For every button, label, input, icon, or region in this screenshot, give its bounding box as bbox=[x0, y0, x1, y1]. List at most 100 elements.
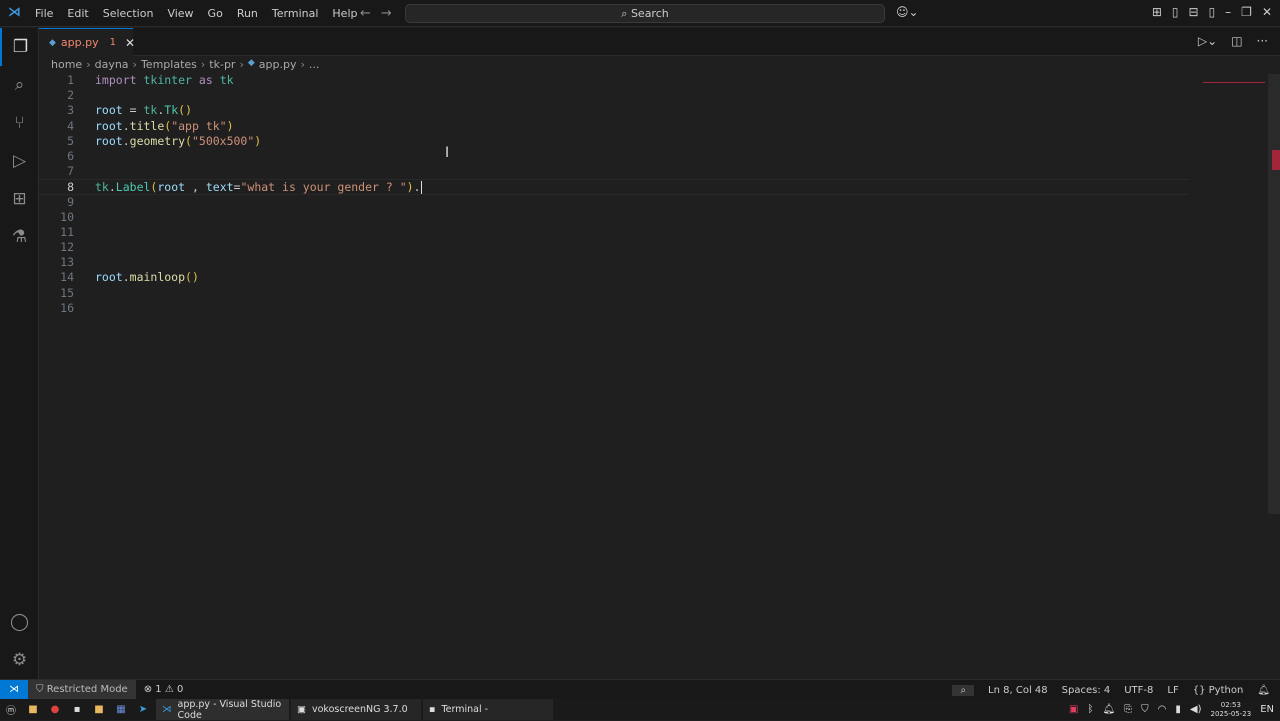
code-line[interactable]: 14 root.mainloop() bbox=[39, 270, 1280, 285]
minimize-icon[interactable]: – bbox=[1225, 5, 1231, 19]
code-editor[interactable]: 1 import tkinter as tk 2 3 root = tk.Tk() 4 ro… bbox=[39, 73, 1280, 316]
start-menu-icon[interactable]: ⓜ bbox=[3, 703, 19, 717]
line-ending[interactable]: LF bbox=[1167, 685, 1178, 696]
code-token: Label bbox=[115, 180, 151, 195]
task-label: vokoscreenNG 3.7.0 bbox=[311, 704, 408, 715]
menu-go[interactable]: Go bbox=[208, 7, 223, 20]
notifications-icon[interactable]: 🔔︎ bbox=[1102, 704, 1115, 715]
source-control-icon[interactable]: ⑂ bbox=[0, 104, 39, 142]
monitor-app-icon[interactable]: ▦ bbox=[113, 703, 129, 717]
braces-icon: {} bbox=[1192, 684, 1209, 696]
update-shield-icon[interactable]: ⛉ bbox=[1141, 704, 1149, 715]
notifications-bell-icon[interactable]: 🔔︎ bbox=[1257, 685, 1270, 696]
code-line[interactable]: 2 bbox=[39, 88, 1280, 103]
code-token: "what is your gender ? " bbox=[240, 180, 407, 195]
wifi-icon[interactable]: ◠ bbox=[1158, 704, 1167, 715]
breadcrumb-dayna[interactable]: dayna bbox=[95, 58, 129, 71]
breadcrumb-templates[interactable]: Templates bbox=[141, 58, 197, 71]
task-terminal[interactable]: ▪ Terminal - bbox=[423, 699, 553, 720]
code-line[interactable]: 13 bbox=[39, 255, 1280, 270]
files-icon[interactable]: ■ bbox=[91, 703, 107, 717]
toggle-panel-icon[interactable]: ⊟ bbox=[1189, 5, 1199, 19]
indentation[interactable]: Spaces: 4 bbox=[1062, 685, 1111, 696]
accounts-icon[interactable]: ◯ bbox=[0, 603, 39, 641]
search-view-icon[interactable]: ⌕ bbox=[0, 66, 39, 104]
battery-icon[interactable]: ▮ bbox=[1175, 704, 1181, 715]
task-label: app.py - Visual Studio Code bbox=[177, 698, 282, 721]
command-center-search[interactable]: ⌕ Search bbox=[405, 4, 885, 23]
forward-arrow-icon[interactable]: → bbox=[381, 6, 392, 21]
volume-icon[interactable]: ◀) bbox=[1190, 704, 1202, 715]
code-line[interactable]: 10 bbox=[39, 210, 1280, 225]
task-vokoscreen[interactable]: ▣ vokoscreenNG 3.7.0 bbox=[291, 699, 421, 720]
menu-terminal[interactable]: Terminal bbox=[272, 7, 319, 20]
task-vscode[interactable]: ⋊ app.py - Visual Studio Code bbox=[156, 698, 289, 721]
code-line[interactable]: 5 root.geometry("500x500") bbox=[39, 134, 1280, 149]
settings-gear-icon[interactable]: ⚙ bbox=[0, 641, 39, 679]
explorer-icon[interactable]: ❐ bbox=[0, 28, 39, 66]
breadcrumb-tk-pr[interactable]: tk-pr bbox=[209, 58, 235, 71]
clipboard-icon[interactable]: ⎘ bbox=[1124, 704, 1132, 715]
breadcrumb-file[interactable]: app.py bbox=[259, 58, 297, 71]
screen-recorder-icon[interactable]: ● bbox=[47, 703, 63, 717]
code-line[interactable]: 3 root = tk.Tk() bbox=[39, 103, 1280, 118]
menu-help[interactable]: Help bbox=[332, 7, 357, 20]
code-line[interactable]: 12 bbox=[39, 240, 1280, 255]
restricted-mode-indicator[interactable]: ⛉ Restricted Mode bbox=[28, 679, 136, 700]
code-line[interactable]: 7 bbox=[39, 164, 1280, 179]
close-tab-icon[interactable]: ✕ bbox=[125, 36, 135, 50]
remote-indicator-icon[interactable]: ⋊ bbox=[0, 679, 28, 700]
menu-view[interactable]: View bbox=[167, 7, 193, 20]
more-actions-icon[interactable]: ··· bbox=[1257, 34, 1268, 48]
customize-layout-icon[interactable]: ⊞ bbox=[1152, 5, 1162, 19]
breadcrumb-symbols[interactable]: ... bbox=[309, 58, 320, 71]
code-line[interactable]: 16 bbox=[39, 301, 1280, 316]
code-line[interactable]: 11 bbox=[39, 225, 1280, 240]
encoding[interactable]: UTF-8 bbox=[1124, 685, 1153, 696]
menu-edit[interactable]: Edit bbox=[67, 7, 88, 20]
run-python-file-icon[interactable]: ▷⌄ bbox=[1198, 34, 1217, 48]
code-token: () bbox=[178, 103, 192, 118]
terminal-launcher-icon[interactable]: ▪ bbox=[69, 703, 85, 717]
bluetooth-icon[interactable]: ᛒ bbox=[1087, 704, 1093, 715]
problems-indicator[interactable]: ⊗ 1 ⚠ 0 bbox=[144, 684, 184, 695]
folder-icon[interactable]: ■ bbox=[25, 703, 41, 717]
cursor-position[interactable]: Ln 8, Col 48 bbox=[988, 685, 1048, 696]
copilot-icon[interactable]: ☺⌄ bbox=[896, 5, 919, 19]
restore-icon[interactable]: ❐ bbox=[1241, 5, 1252, 19]
tab-app-py[interactable]: ◆ app.py 1 ✕ bbox=[39, 28, 135, 56]
telegram-icon[interactable]: ➤ bbox=[135, 703, 151, 717]
code-token: . bbox=[108, 180, 116, 195]
testing-icon[interactable]: ⚗ bbox=[0, 218, 39, 256]
toggle-primary-sidebar-icon[interactable]: ▯ bbox=[1172, 5, 1179, 19]
vokoscreen-tray-icon[interactable]: ▣ bbox=[1069, 704, 1078, 715]
back-arrow-icon[interactable]: ← bbox=[360, 6, 371, 21]
code-token: . bbox=[122, 133, 130, 148]
code-line[interactable]: 1 import tkinter as tk bbox=[39, 73, 1280, 88]
code-token: Tk bbox=[164, 103, 179, 118]
menu-selection[interactable]: Selection bbox=[103, 7, 154, 20]
language-mode[interactable]: {} Python bbox=[1193, 685, 1244, 696]
split-editor-icon[interactable]: ◫ bbox=[1231, 34, 1242, 48]
code-line[interactable]: 15 bbox=[39, 286, 1280, 301]
code-line[interactable]: 4 root.title("app tk") bbox=[39, 119, 1280, 134]
editor-scrollbar[interactable] bbox=[1268, 74, 1280, 514]
zoom-icon[interactable]: ⌕ bbox=[952, 684, 975, 696]
code-line[interactable]: 8 tk.Label(root , text="what is your gend… bbox=[39, 179, 1189, 195]
menu-bar: File Edit Selection View Go Run Terminal Help bbox=[35, 7, 371, 20]
run-debug-icon[interactable]: ▷ bbox=[0, 142, 39, 180]
breadcrumb-home[interactable]: home bbox=[51, 58, 82, 71]
close-window-icon[interactable]: ✕ bbox=[1262, 5, 1272, 19]
menu-file[interactable]: File bbox=[35, 7, 53, 20]
toggle-secondary-sidebar-icon[interactable]: ▯ bbox=[1209, 5, 1216, 19]
minimap[interactable] bbox=[1195, 74, 1267, 94]
keyboard-layout[interactable]: EN bbox=[1260, 704, 1274, 715]
code-line[interactable]: 9 bbox=[39, 195, 1280, 210]
menu-run[interactable]: Run bbox=[237, 7, 258, 20]
extensions-icon[interactable]: ⊞ bbox=[0, 180, 39, 218]
code-line[interactable]: 6 bbox=[39, 149, 1280, 164]
clock[interactable]: 02:53 2025-05-23 bbox=[1211, 701, 1252, 719]
search-label: Search bbox=[630, 7, 669, 20]
code-token: root bbox=[95, 133, 123, 148]
